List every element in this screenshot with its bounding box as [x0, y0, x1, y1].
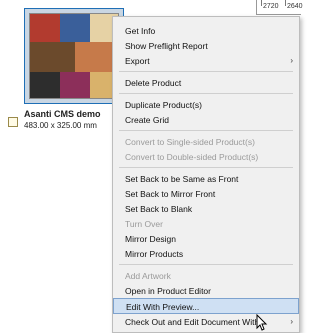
- context-menu: Get Info Show Preflight Report Export › D…: [112, 16, 300, 333]
- menu-item-label: Mirror Products: [125, 249, 184, 259]
- menu-item-open-in-product-editor[interactable]: Open in Product Editor: [113, 283, 299, 299]
- menu-item-set-back-same-as-front[interactable]: Set Back to be Same as Front: [113, 171, 299, 187]
- menu-item-create-grid[interactable]: Create Grid: [113, 112, 299, 128]
- menu-item-label: Turn Over: [125, 219, 163, 229]
- menu-separator: [119, 93, 293, 94]
- chevron-right-icon: ›: [290, 317, 293, 326]
- menu-separator: [119, 264, 293, 265]
- menu-item-label: Duplicate Product(s): [125, 100, 203, 110]
- horizontal-ruler: 2720 2640: [256, 0, 303, 15]
- menu-item-edit-with-preview[interactable]: Edit With Preview...: [113, 298, 299, 314]
- product-title: Asanti CMS demo: [24, 109, 101, 119]
- menu-item-label: Convert to Single-sided Product(s): [125, 137, 255, 147]
- menu-item-label: Set Back to Mirror Front: [125, 189, 216, 199]
- menu-item-label: Open in Product Editor: [125, 286, 211, 296]
- product-select-checkbox[interactable]: [8, 117, 18, 127]
- menu-item-turn-over[interactable]: Turn Over: [113, 216, 299, 232]
- mouse-pointer-icon: [256, 314, 268, 331]
- menu-item-label: Set Back to Blank: [125, 204, 193, 214]
- menu-item-duplicate-products[interactable]: Duplicate Product(s): [113, 97, 299, 113]
- product-artwork-image: [29, 13, 119, 99]
- menu-item-label: Get Info: [125, 26, 156, 36]
- menu-item-check-out-and-edit[interactable]: Check Out and Edit Document With ›: [113, 314, 299, 330]
- menu-item-export[interactable]: Export ›: [113, 53, 299, 69]
- menu-item-set-back-blank[interactable]: Set Back to Blank: [113, 201, 299, 217]
- product-thumbnail[interactable]: [24, 8, 124, 104]
- menu-separator: [119, 130, 293, 131]
- menu-item-get-info[interactable]: Get Info: [113, 23, 299, 39]
- menu-item-convert-double-sided[interactable]: Convert to Double-sided Product(s): [113, 149, 299, 165]
- menu-item-label: Convert to Double-sided Product(s): [125, 152, 259, 162]
- menu-item-mirror-design[interactable]: Mirror Design: [113, 231, 299, 247]
- ruler-label: 2720: [263, 3, 279, 10]
- menu-item-convert-single-sided[interactable]: Convert to Single-sided Product(s): [113, 134, 299, 150]
- menu-item-add-artwork[interactable]: Add Artwork: [113, 268, 299, 284]
- chevron-right-icon: ›: [290, 56, 293, 65]
- menu-item-label: Check Out and Edit Document With: [125, 317, 260, 327]
- menu-item-set-back-mirror-front[interactable]: Set Back to Mirror Front: [113, 186, 299, 202]
- product-size: 483.00 x 325.00 mm: [24, 121, 97, 130]
- menu-item-label: Set Back to be Same as Front: [125, 174, 239, 184]
- menu-item-delete-product[interactable]: Delete Product: [113, 75, 299, 91]
- menu-item-label: Show Preflight Report: [125, 41, 208, 51]
- menu-item-show-preflight-report[interactable]: Show Preflight Report: [113, 38, 299, 54]
- menu-item-label: Export: [125, 56, 150, 66]
- menu-item-label: Create Grid: [125, 115, 169, 125]
- menu-item-label: Add Artwork: [125, 271, 171, 281]
- menu-separator: [119, 167, 293, 168]
- menu-item-mirror-products[interactable]: Mirror Products: [113, 246, 299, 262]
- menu-item-label: Edit With Preview...: [126, 302, 200, 312]
- menu-item-label: Delete Product: [125, 78, 182, 88]
- ruler-label: 2640: [287, 3, 303, 10]
- menu-item-label: Mirror Design: [125, 234, 177, 244]
- menu-separator: [119, 71, 293, 72]
